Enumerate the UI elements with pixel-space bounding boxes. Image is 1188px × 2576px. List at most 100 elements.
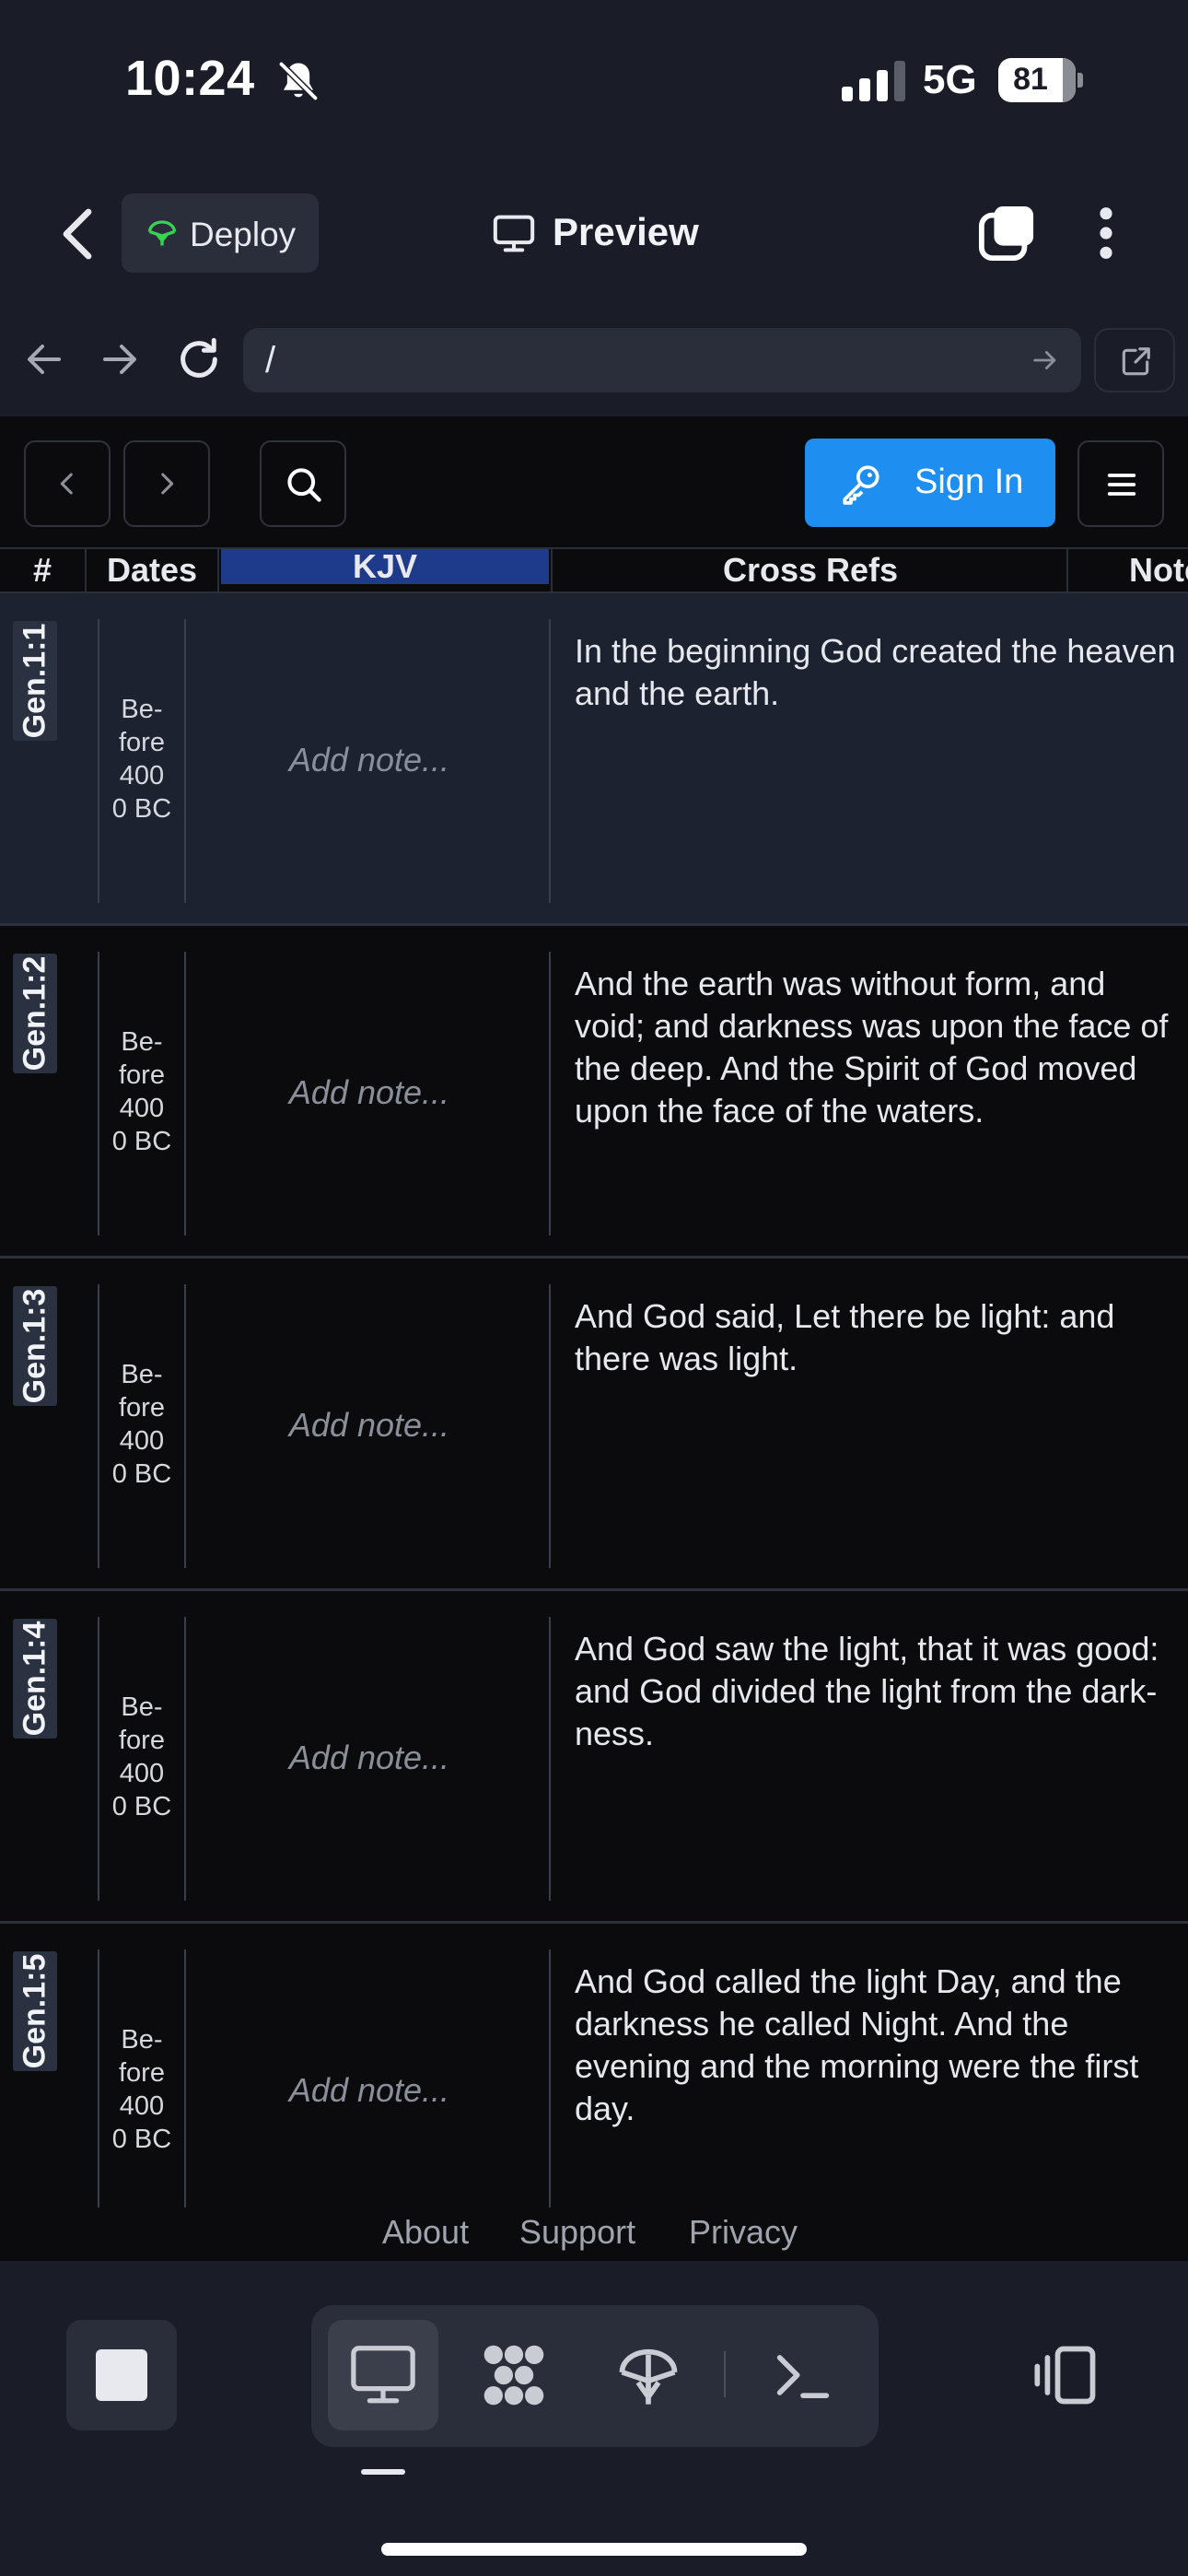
verse-reference-label: Gen.1:4 <box>17 1621 52 1737</box>
date-line: 400 <box>119 761 165 790</box>
verse-reference-label: Gen.1:2 <box>17 955 52 1071</box>
date-line: 400 <box>119 1759 165 1788</box>
verse-reference[interactable]: Gen.1:5 <box>13 1951 57 2071</box>
tabs-icon[interactable] <box>978 205 1035 262</box>
date-line: fore <box>119 1726 165 1755</box>
chevron-left-icon <box>60 473 73 495</box>
bell-slash-icon <box>279 62 318 100</box>
footer-link-about[interactable]: About <box>382 2213 469 2252</box>
sign-in-label: Sign In <box>914 463 1024 501</box>
column-header-kjv[interactable]: KJV <box>221 549 549 584</box>
column-header-cross-refs[interactable]: Cross Refs <box>553 549 1068 591</box>
add-note-field[interactable]: Add note... <box>190 2071 549 2110</box>
verse-line: In the beginning God created the heaven <box>575 632 1176 670</box>
home-indicator <box>381 2543 807 2556</box>
network-type: 5G <box>923 57 977 102</box>
date-line: 400 <box>119 1426 165 1456</box>
stop-icon <box>96 2349 147 2401</box>
verse-line: darkness he called Night. And the <box>575 2005 1069 2043</box>
verse-line: And the earth was without form, and <box>575 965 1106 1002</box>
date-line: fore <box>119 1393 165 1423</box>
add-note-field[interactable]: Add note... <box>190 1073 549 1112</box>
date-line: fore <box>119 2058 165 2088</box>
more-vertical-icon[interactable] <box>1092 205 1120 262</box>
date-cell: Be-fore 400 0 BC <box>98 1358 186 1491</box>
verse-reference[interactable]: Gen.1:3 <box>13 1286 57 1406</box>
date-line: 0 BC <box>111 794 172 824</box>
verse-text: And God saw the light, that it was good:… <box>575 1628 1188 1755</box>
column-header-notes[interactable]: Notes <box>1068 549 1188 591</box>
cellular-signal-icon <box>842 61 905 101</box>
key-icon <box>843 465 879 505</box>
previous-button[interactable] <box>24 440 111 527</box>
cell-divider <box>549 952 551 1235</box>
arrow-go-icon[interactable] <box>1030 345 1061 376</box>
monitor-icon <box>493 215 535 252</box>
verse-line: And God called the light Day, and the <box>575 1962 1122 2000</box>
arrow-left-icon[interactable] <box>22 337 66 381</box>
add-note-field[interactable]: Add note... <box>190 1739 549 1777</box>
date-cell: Be-fore 400 0 BC <box>98 1025 186 1158</box>
terminal-icon[interactable] <box>768 2340 838 2410</box>
date-line: 0 BC <box>111 1459 172 1489</box>
verse-text: And God called the light Day, and the dar… <box>575 1961 1188 2130</box>
deployments-icon[interactable] <box>613 2340 683 2410</box>
deploy-label: Deploy <box>190 216 297 253</box>
verse-line: void; and darkness was upon the face of <box>575 1007 1169 1045</box>
date-line: fore <box>119 1060 165 1090</box>
date-line: 0 BC <box>111 1127 172 1156</box>
verse-reference-label: Gen.1:5 <box>17 1953 52 2069</box>
chevron-left-icon[interactable] <box>52 205 107 263</box>
verse-line: and God divided the light from the dark- <box>575 1672 1158 1710</box>
workflows-icon[interactable] <box>479 2340 549 2410</box>
date-line: 400 <box>119 2091 165 2121</box>
add-note-field[interactable]: Add note... <box>190 741 549 779</box>
verse-line: there was light. <box>575 1340 798 1377</box>
search-icon <box>287 468 321 502</box>
url-bar[interactable] <box>243 328 1081 392</box>
cell-divider <box>549 1284 551 1568</box>
verse-line: And God said, Let there be light: and <box>575 1297 1115 1335</box>
verse-line: evening and the morning were the first <box>575 2047 1139 2085</box>
preview-title: Preview <box>553 210 699 253</box>
stop-button[interactable] <box>66 2320 177 2430</box>
url-text: / <box>265 340 276 381</box>
reload-icon[interactable] <box>175 335 223 383</box>
verse-reference[interactable]: Gen.1:1 <box>13 621 57 741</box>
cell-divider <box>549 619 551 903</box>
battery-level: 81 <box>1013 62 1048 97</box>
verse-line: upon the face of the waters. <box>575 1092 984 1130</box>
date-line: Be- <box>121 1692 163 1722</box>
verse-line: and the earth. <box>575 674 780 712</box>
footer-link-support[interactable]: Support <box>519 2213 635 2252</box>
verse-reference[interactable]: Gen.1:4 <box>13 1619 57 1739</box>
menu-button[interactable] <box>1077 440 1164 527</box>
cell-divider <box>549 1950 551 2207</box>
date-cell: Be-fore 400 0 BC <box>98 2023 186 2156</box>
date-line: Be- <box>121 1360 163 1389</box>
column-header-dates[interactable]: Dates <box>87 549 217 591</box>
verse-text: And the earth was without form, and void;… <box>575 963 1188 1132</box>
search-button[interactable] <box>260 440 346 527</box>
add-note-field[interactable]: Add note... <box>190 1406 549 1445</box>
verse-line: And God saw the light, that it was good: <box>575 1630 1159 1668</box>
column-header-number[interactable]: # <box>0 549 85 591</box>
date-line: Be- <box>121 2025 163 2055</box>
dock-divider <box>724 2351 726 2397</box>
desktop-icon <box>351 2346 415 2404</box>
hamburger-menu-icon <box>1107 474 1136 496</box>
column-divider <box>217 549 219 591</box>
arrow-right-icon[interactable] <box>98 337 142 381</box>
verse-reference-label: Gen.1:3 <box>17 1288 52 1404</box>
external-link-icon <box>1122 347 1150 376</box>
open-external-button[interactable] <box>1094 328 1175 392</box>
pane-toggle-icon[interactable] <box>1031 2340 1101 2410</box>
verse-reference[interactable]: Gen.1:2 <box>13 954 57 1073</box>
date-line: 0 BC <box>111 1792 172 1821</box>
next-button[interactable] <box>123 440 210 527</box>
date-line: 0 BC <box>111 2125 172 2154</box>
date-line: Be- <box>121 1027 163 1057</box>
deploy-icon <box>147 220 177 246</box>
date-cell: Be-fore 400 0 BC <box>98 1691 186 1823</box>
footer-link-privacy[interactable]: Privacy <box>689 2213 798 2252</box>
